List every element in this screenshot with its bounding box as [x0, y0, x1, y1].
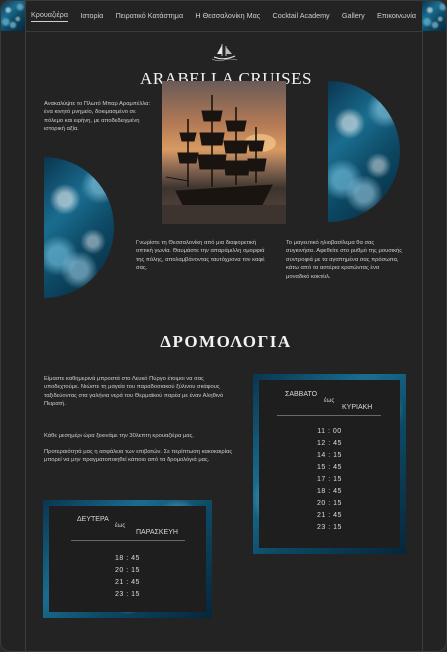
left-rail-line — [25, 1, 26, 651]
sea-waves-half-circle-right — [328, 81, 400, 222]
departure-time: 18 : 45 — [115, 555, 140, 562]
schedule-weekday-times: 18 : 45 20 : 15 21 : 45 23 : 15 — [49, 553, 206, 601]
nav-item-cruise[interactable]: Κρουαζιέρα — [31, 10, 69, 22]
routes-heading: ΔΡΟΜΟΛΟΓΙΑ — [160, 332, 292, 351]
departure-time: 23 : 15 — [115, 591, 140, 598]
sunset-text: Το μαγευτικό ηλιοβασίλεμα θα σας συγκινή… — [286, 240, 403, 280]
departure-time: 11 : 00 — [317, 428, 342, 435]
schedule-weekday-card: ΔΕΥΤΕΡΑ έως ΠΑΡΑΣΚΕΥΗ 18 : 45 20 : 15 21… — [43, 500, 212, 618]
schedule-weekday-panel: ΔΕΥΤΕΡΑ έως ΠΑΡΑΣΚΕΥΗ 18 : 45 20 : 15 21… — [49, 506, 206, 612]
page-frame: Κρουαζιέρα Ιστορία Πειρατικό Κατάστημα Η… — [0, 0, 447, 652]
schedule-weekend-panel: ΣΑΒΒΑΤΟ έως ΚΥΡΙΑΚΗ 11 : 00 12 : 45 14 :… — [259, 380, 400, 548]
departure-time: 20 : 15 — [317, 500, 342, 507]
schedule-weekend-to: ΚΥΡΙΑΚΗ — [342, 404, 373, 411]
schedule-weekend-divider — [277, 415, 381, 416]
nav-item-our-thessaloniki[interactable]: Η Θεσσαλονίκη Μας — [195, 11, 260, 22]
schedule-weekend-times: 11 : 00 12 : 45 14 : 15 15 : 45 17 : 15 … — [259, 426, 400, 534]
nav-item-cocktail-academy[interactable]: Cocktail Academy — [273, 11, 330, 22]
nav-wave-right-image — [422, 1, 446, 31]
departure-time: 12 : 45 — [317, 440, 342, 447]
pirate-ship-photo — [162, 81, 286, 224]
schedule-weekend-until: έως — [324, 398, 335, 404]
nav-wave-left-image — [1, 1, 25, 31]
schedule-weekend-card: ΣΑΒΒΑΤΟ έως ΚΥΡΙΑΚΗ 11 : 00 12 : 45 14 :… — [253, 374, 406, 554]
routes-daily-text: Κάθε μεσημέρι ώρα ξεκινάμε την 30λεπτη κ… — [44, 433, 195, 439]
departure-time: 21 : 45 — [115, 579, 140, 586]
departure-time: 20 : 15 — [115, 567, 140, 574]
departure-time: 17 : 15 — [317, 476, 342, 483]
routes-safety-text: Προτεραιότητά μας η ασφάλεια των επιβατώ… — [44, 449, 233, 464]
right-rail-line — [422, 1, 423, 651]
sea-waves-half-circle-left — [44, 157, 114, 298]
nav-item-pirate-shop[interactable]: Πειρατικό Κατάστημα — [116, 11, 184, 22]
main-nav: Κρουαζιέρα Ιστορία Πειρατικό Κατάστημα Η… — [25, 1, 422, 32]
ship-logo-icon — [211, 44, 238, 62]
departure-time: 23 : 15 — [317, 524, 342, 531]
departure-time: 15 : 45 — [317, 464, 342, 471]
schedule-weekday-to: ΠΑΡΑΣΚΕΥΗ — [136, 529, 178, 536]
schedule-weekday-until: έως — [115, 523, 126, 529]
departure-time: 21 : 45 — [317, 512, 342, 519]
departure-time: 14 : 15 — [317, 452, 342, 459]
routes-intro-text: Είμαστε καθημερινά μπροστά στο Λευκό Πύρ… — [44, 376, 224, 408]
schedule-weekend-from: ΣΑΒΒΑΤΟ — [285, 391, 318, 398]
intro-text: Ανακαλύψτε το Πλωτό Μπαρ Αραμπέλλα: ένα … — [44, 101, 151, 133]
nav-item-gallery[interactable]: Gallery — [342, 11, 365, 22]
discover-city-text: Γνωρίστε τη Θεσσαλονίκη από μια διαφορετ… — [136, 240, 265, 272]
schedule-weekday-divider — [71, 540, 185, 541]
schedule-weekday-from: ΔΕΥΤΕΡΑ — [77, 516, 109, 523]
nav-item-contact[interactable]: Επικοινωνία — [377, 11, 416, 22]
nav-item-history[interactable]: Ιστορία — [80, 11, 103, 22]
departure-time: 18 : 45 — [317, 488, 342, 495]
